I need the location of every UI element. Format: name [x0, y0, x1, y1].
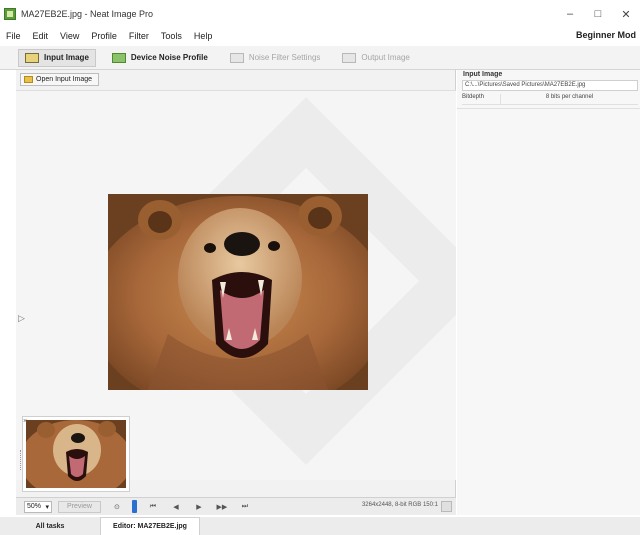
- panel-toggle-button[interactable]: [441, 501, 452, 512]
- chevron-down-icon: ▾: [45, 503, 49, 511]
- close-button[interactable]: ✕: [612, 0, 640, 28]
- first-frame-icon[interactable]: ⏮: [146, 501, 160, 513]
- filter-icon: [229, 52, 244, 63]
- open-input-image-button[interactable]: Open Input Image: [20, 73, 100, 86]
- menu-bar: File Edit View Profile Filter Tools Help…: [0, 28, 640, 44]
- maximize-button[interactable]: □: [584, 0, 612, 28]
- zoom-value: 50%: [27, 503, 42, 510]
- menu-view[interactable]: View: [54, 31, 85, 41]
- target-icon[interactable]: ⊙: [110, 501, 124, 513]
- menu-filter[interactable]: Filter: [123, 31, 155, 41]
- minimize-button[interactable]: –: [556, 0, 584, 28]
- tab-output-image[interactable]: Output Image: [336, 49, 415, 67]
- thumbnail-close-icon[interactable]: ×: [23, 418, 27, 425]
- last-frame-icon[interactable]: ⏭: [238, 501, 252, 513]
- bottom-toolbar: 50% ▾ Preview ⊙ ⏮ ◀ ▶ ▶▶ ⏭ 3264x2448, 8-…: [16, 497, 456, 515]
- menu-edit[interactable]: Edit: [27, 31, 55, 41]
- tab-label: Device Noise Profile: [130, 53, 208, 62]
- menu-profile[interactable]: Profile: [85, 31, 123, 41]
- tab-label: Input Image: [44, 53, 89, 62]
- app-icon: [4, 8, 16, 20]
- divider: [457, 108, 640, 109]
- info-panel: Input Image C:\...\Pictures\Saved Pictur…: [457, 70, 640, 515]
- tab-label: Output Image: [361, 53, 410, 62]
- workflow-tabs: Input Image Device Noise Profile Noise F…: [0, 46, 640, 70]
- fast-forward-icon[interactable]: ▶▶: [215, 501, 229, 513]
- document-tabs: All tasks Editor: MA27EB2E.jpg: [0, 517, 640, 535]
- menu-help[interactable]: Help: [188, 31, 219, 41]
- open-button-label: Open Input Image: [36, 76, 93, 83]
- zoom-select[interactable]: 50% ▾: [24, 500, 52, 513]
- output-icon: [342, 52, 357, 63]
- image-status: 3264x2448, 8-bit RGB 150:1: [361, 502, 438, 508]
- thumbnail-frame[interactable]: [22, 416, 130, 492]
- tab-all-tasks[interactable]: All tasks: [0, 517, 100, 535]
- window-title: MA27EB2E.jpg - Neat Image Pro: [21, 9, 154, 19]
- bear-thumbnail: [26, 420, 126, 488]
- menu-file[interactable]: File: [0, 31, 27, 41]
- tab-device-noise-profile[interactable]: Device Noise Profile: [106, 49, 214, 67]
- photo-icon: [25, 52, 39, 63]
- title-bar: MA27EB2E.jpg - Neat Image Pro – □ ✕: [0, 0, 640, 28]
- collapse-arrow-icon[interactable]: ▷: [18, 313, 25, 324]
- window-controls: – □ ✕: [556, 0, 640, 28]
- image-path-field[interactable]: C:\...\Pictures\Saved Pictures\MA27EB2E.…: [462, 80, 638, 91]
- next-icon[interactable]: ▶: [192, 501, 206, 513]
- bitdepth-value: 8 bits per channel: [500, 94, 638, 104]
- tab-label: Noise Filter Settings: [248, 53, 321, 62]
- bitdepth-row: Bitdepth 8 bits per channel: [462, 94, 638, 105]
- tab-input-image[interactable]: Input Image: [18, 48, 96, 67]
- preview-button[interactable]: Preview: [58, 500, 101, 513]
- menu-tools[interactable]: Tools: [155, 31, 188, 41]
- bitdepth-label: Bitdepth: [462, 94, 485, 100]
- tab-noise-filter-settings[interactable]: Noise Filter Settings: [224, 49, 327, 67]
- tab-editor[interactable]: Editor: MA27EB2E.jpg: [100, 517, 200, 535]
- slider-handle[interactable]: [131, 500, 137, 513]
- profile-icon: [111, 52, 126, 63]
- mode-selector[interactable]: Beginner Mod: [576, 30, 636, 40]
- info-panel-title: Input Image: [463, 71, 503, 78]
- bear-image: [108, 194, 368, 390]
- previous-icon[interactable]: ◀: [169, 501, 183, 513]
- folder-icon: [24, 76, 33, 83]
